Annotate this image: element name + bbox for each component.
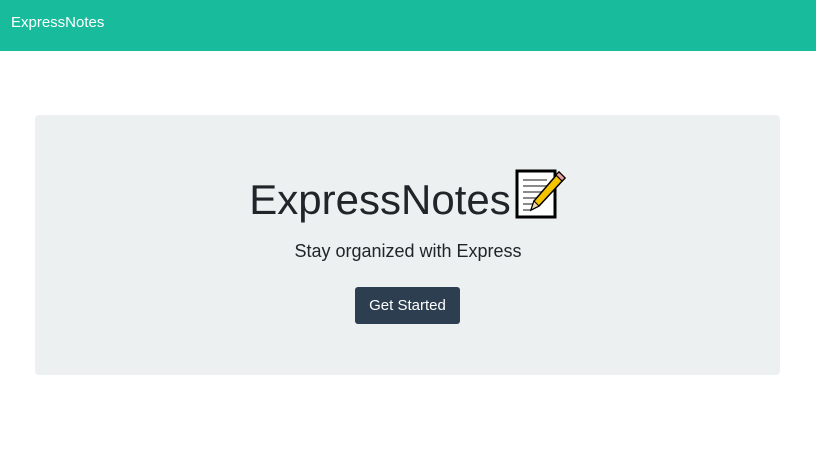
hero-title: ExpressNotes — [0, 168, 816, 227]
get-started-button[interactable]: Get Started — [355, 287, 460, 324]
hero-subtitle: Stay organized with Express — [294, 241, 522, 261]
hero-title-text: ExpressNotes — [249, 176, 511, 223]
top-navbar: ExpressNotes — [0, 0, 816, 51]
memo-icon — [515, 168, 567, 220]
navbar-brand[interactable]: ExpressNotes — [11, 14, 104, 32]
